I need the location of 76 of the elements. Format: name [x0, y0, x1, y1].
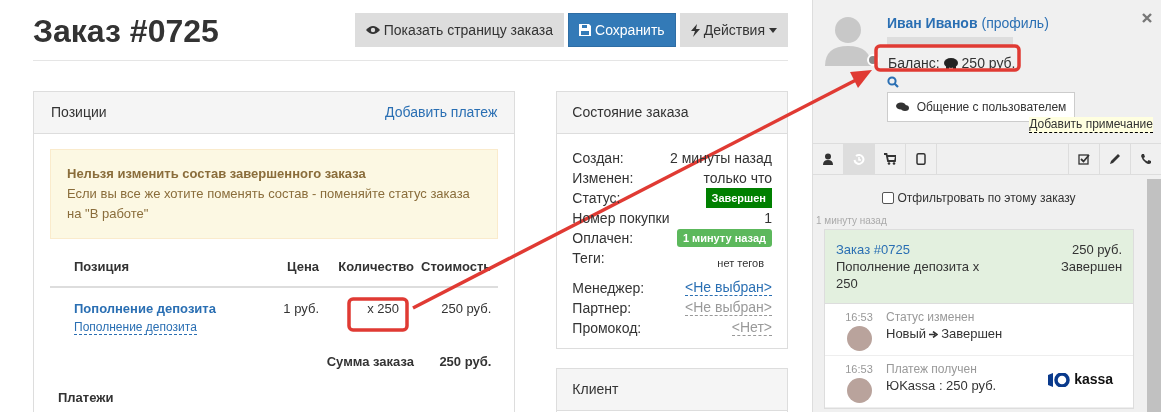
column-header: Количество [337, 258, 414, 276]
close-icon[interactable] [1142, 13, 1152, 23]
payment-text: ЮKassa : 250 руб. [886, 377, 997, 395]
field-label: Создан: [572, 148, 624, 168]
filter-checkbox[interactable] [881, 192, 894, 204]
profile-link[interactable]: (профиль) [981, 13, 1049, 34]
item-subtitle-link[interactable]: Пополнение депозита [74, 320, 197, 335]
user-avatar [846, 378, 872, 403]
manager-link[interactable]: <Не выбран> [685, 280, 772, 296]
field-label: Оплачен: [572, 228, 634, 248]
field-label: Промокод: [572, 318, 642, 338]
avatar-silhouette-icon [823, 14, 873, 66]
event-title: Платеж получен [886, 362, 978, 376]
field-label: Теги: [572, 249, 605, 268]
history-icon [853, 153, 865, 165]
chat-icon [895, 102, 909, 112]
caret-icon [769, 27, 777, 33]
panel-title: Клиент [572, 380, 619, 399]
pencil-icon [1109, 153, 1121, 165]
status-badge: 1 минуту назад [676, 229, 772, 247]
eye-icon [365, 25, 380, 35]
field-label: Статус: [572, 188, 621, 208]
logo-text: kassa [1074, 370, 1114, 389]
field-label: Партнер: [572, 298, 632, 318]
event-title: Статус изменен [886, 310, 976, 324]
lightning-icon [690, 23, 700, 37]
payments-heading: Платежи [58, 388, 115, 407]
table-cell-text: 250 руб. [440, 299, 492, 318]
panel-title: Позиции [51, 103, 107, 122]
filter-label: Отфильтровать по этому заказу [897, 190, 1076, 207]
item-link[interactable]: Пополнение депозита [74, 298, 216, 318]
panel-title: Состояние заказа [572, 103, 689, 122]
user-avatar [846, 326, 872, 351]
table-cell-text: 1 руб. [282, 299, 319, 318]
add-payment-link[interactable]: Добавить платеж [385, 102, 498, 123]
field-value: только что [703, 168, 772, 188]
scrollbar[interactable] [1147, 179, 1161, 412]
view-order-button[interactable]: Показать страницу заказа [354, 13, 565, 47]
tablet-icon [915, 153, 927, 165]
column-header: Позиция [74, 258, 131, 276]
tags-value: нет тегов [717, 256, 764, 271]
highlight-frame [347, 297, 409, 332]
phone-icon [1140, 153, 1152, 165]
cart-icon [884, 153, 896, 165]
total-amount: 250 руб. [438, 353, 492, 371]
order-status: Завершен [1060, 258, 1123, 275]
customer-name-link[interactable]: Иван Иванов [887, 13, 978, 34]
table-cell-text: x 250 [367, 299, 399, 318]
page-title: Заказ #0725 [33, 12, 219, 50]
field-link[interactable]: <Нет> [731, 320, 772, 336]
field-label: Изменен: [572, 168, 634, 188]
total-label: Сумма заказа [326, 353, 414, 371]
old-status: Новый [886, 325, 927, 343]
actions-button[interactable]: Действия [679, 13, 788, 47]
order-description: Пополнение депозита x 250 [836, 258, 981, 292]
order-amount: 250 руб. [1071, 241, 1123, 258]
add-note-link[interactable]: Добавить примечание [1029, 117, 1153, 133]
save-button[interactable]: Сохранить [568, 13, 676, 47]
search-icon[interactable] [887, 76, 899, 88]
person-icon [822, 153, 834, 165]
balance-label: Баланс: [888, 53, 940, 73]
event-time: 16:53 [845, 310, 873, 324]
field-value: 1 [764, 208, 772, 228]
logo-mark-icon [1048, 372, 1071, 387]
warning-title: Нельзя изменить состав завершенного заказа [67, 165, 367, 183]
arrow-right-icon [929, 330, 939, 338]
new-status: Завершен [941, 325, 1003, 343]
warning-text: Если вы все же хотите поменять состав - поменяйте статус заказа на "В работе" [67, 185, 471, 223]
field-label: Менеджер: [572, 278, 645, 298]
event-time: 16:53 [845, 362, 873, 376]
checked-box-icon [1078, 153, 1090, 165]
status-badge: Завершен [705, 188, 772, 208]
column-header: Стоимость [420, 258, 492, 276]
column-header: Цена [286, 258, 319, 276]
order-link[interactable]: Заказ #0725 [836, 241, 996, 258]
time-group-label: 1 минуту назад [816, 214, 888, 228]
